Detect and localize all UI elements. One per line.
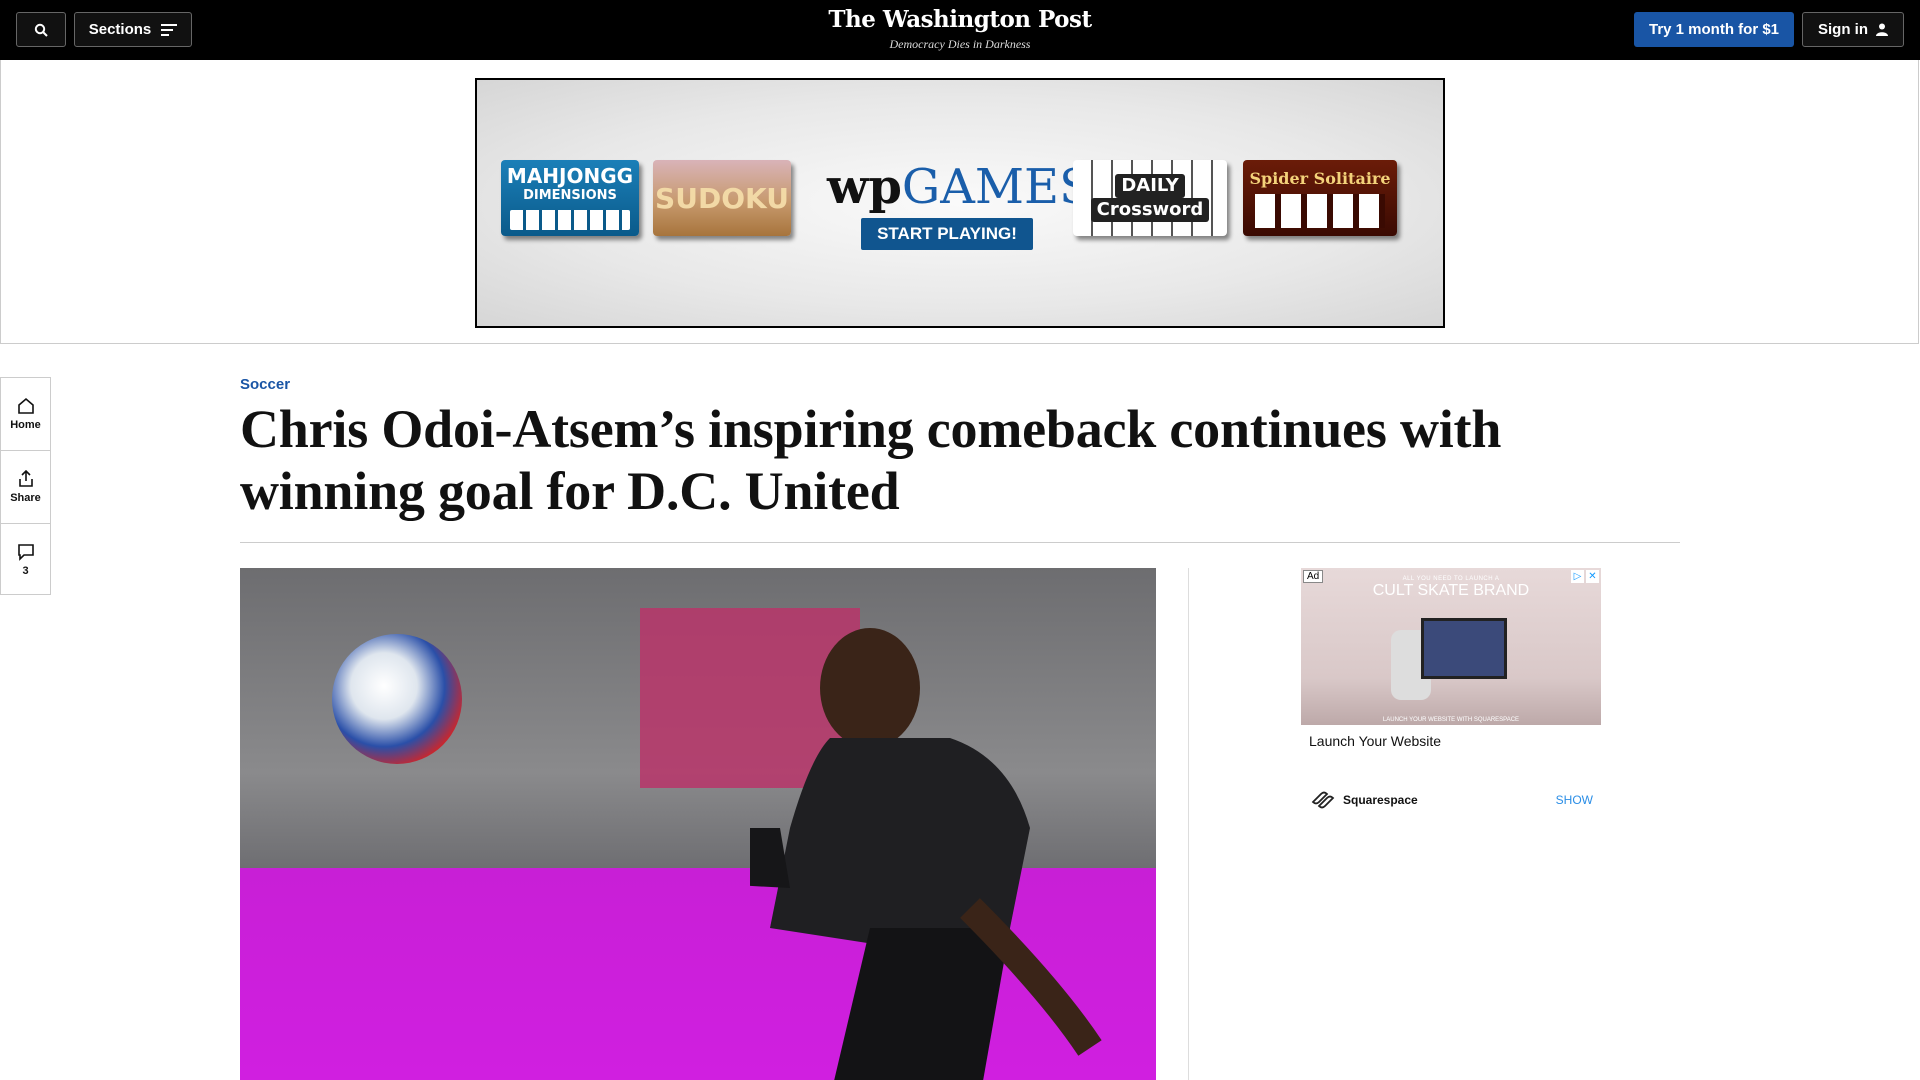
player-silhouette: [750, 628, 1102, 1080]
left-rail: Home Share 3: [0, 377, 51, 595]
search-button[interactable]: [16, 12, 66, 47]
user-icon: [1876, 23, 1888, 36]
laptop-graphic: [1421, 618, 1507, 679]
sections-button[interactable]: Sections: [74, 12, 192, 47]
ad-title[interactable]: Launch Your Website: [1301, 733, 1601, 749]
section-kicker[interactable]: Soccer: [240, 376, 290, 393]
rail-comments[interactable]: 3: [1, 524, 50, 596]
home-label: Home: [10, 419, 41, 431]
article-headline: Chris Odoi-Atsem’s inspiring comeback co…: [240, 399, 1502, 521]
squarespace-logo-icon: [1311, 791, 1335, 809]
mahjong-pieces-graphic: [510, 210, 630, 230]
games-word: GAMES: [901, 159, 1092, 215]
close-ad-icon[interactable]: ✕: [1586, 570, 1599, 583]
column-divider: [1188, 568, 1189, 1080]
hero-photo[interactable]: [240, 568, 1156, 1080]
ad-brand-name: Squarespace: [1343, 793, 1418, 807]
ad-show-link[interactable]: SHOW: [1556, 793, 1593, 807]
crossword-line1: DAILY: [1115, 174, 1185, 198]
start-playing-button[interactable]: START PLAYING!: [861, 218, 1033, 250]
ad-image[interactable]: Ad ▷ ✕ ALL YOU NEED TO LAUNCH A CULT SKA…: [1301, 568, 1601, 725]
ad-image-footer: LAUNCH YOUR WEBSITE WITH SQUARESPACE: [1382, 717, 1520, 723]
menu-icon: [161, 23, 178, 36]
ad-image-headline: CULT SKATE BRAND: [1372, 582, 1530, 599]
cards-graphic: [1255, 193, 1385, 228]
wp-games-logo[interactable]: wpGAMES START PLAYING!: [827, 159, 1092, 250]
signin-button[interactable]: Sign in: [1802, 12, 1904, 47]
ad-footer: Squarespace SHOW: [1309, 788, 1593, 812]
sections-label: Sections: [88, 21, 152, 38]
crossword-tile[interactable]: DAILY Crossword: [1073, 160, 1227, 236]
sidebar-ad[interactable]: Ad ▷ ✕ ALL YOU NEED TO LAUNCH A CULT SKA…: [1301, 568, 1601, 818]
ad-badge: Ad: [1303, 570, 1324, 583]
rail-home[interactable]: Home: [1, 378, 50, 451]
signin-label: Sign in: [1818, 21, 1868, 38]
rail-share[interactable]: Share: [1, 451, 50, 524]
games-banner-ad[interactable]: MAHJONGG DIMENSIONS SUDOKU wpGAMES START…: [475, 78, 1445, 328]
mahjong-tile[interactable]: MAHJONGG DIMENSIONS: [501, 160, 639, 236]
adchoices-icon[interactable]: ▷: [1571, 570, 1584, 583]
sudoku-title: SUDOKU: [655, 181, 789, 215]
subscribe-button[interactable]: Try 1 month for $1: [1634, 12, 1794, 47]
ad-brand[interactable]: Squarespace: [1309, 788, 1418, 812]
spider-title: Spider Solitaire: [1249, 168, 1391, 188]
mahjong-title: MAHJONGG: [506, 164, 634, 188]
mahjong-subtitle: DIMENSIONS: [523, 188, 617, 203]
comment-count: 3: [22, 565, 29, 577]
soccer-ball: [332, 634, 462, 764]
share-label: Share: [10, 492, 41, 504]
share-icon: [18, 470, 33, 487]
masthead[interactable]: The Washington Post Democracy Dies in Da…: [760, 6, 1160, 52]
home-icon: [17, 397, 34, 414]
sudoku-tile[interactable]: SUDOKU: [653, 160, 791, 236]
ad-image-smalltext: ALL YOU NEED TO LAUNCH A: [1402, 576, 1500, 582]
site-tagline: Democracy Dies in Darkness: [889, 37, 1031, 51]
site-logo[interactable]: The Washington Post: [760, 6, 1160, 33]
spider-solitaire-tile[interactable]: Spider Solitaire: [1243, 160, 1397, 236]
adchoices[interactable]: ▷ ✕: [1571, 570, 1599, 583]
crossword-line2: Crossword: [1090, 198, 1210, 222]
headline-divider: [240, 542, 1680, 543]
search-icon: [34, 23, 48, 37]
wp-mark: wp: [827, 159, 902, 215]
comment-icon: [17, 544, 34, 561]
top-nav: Sections The Washington Post Democracy D…: [0, 0, 1920, 60]
